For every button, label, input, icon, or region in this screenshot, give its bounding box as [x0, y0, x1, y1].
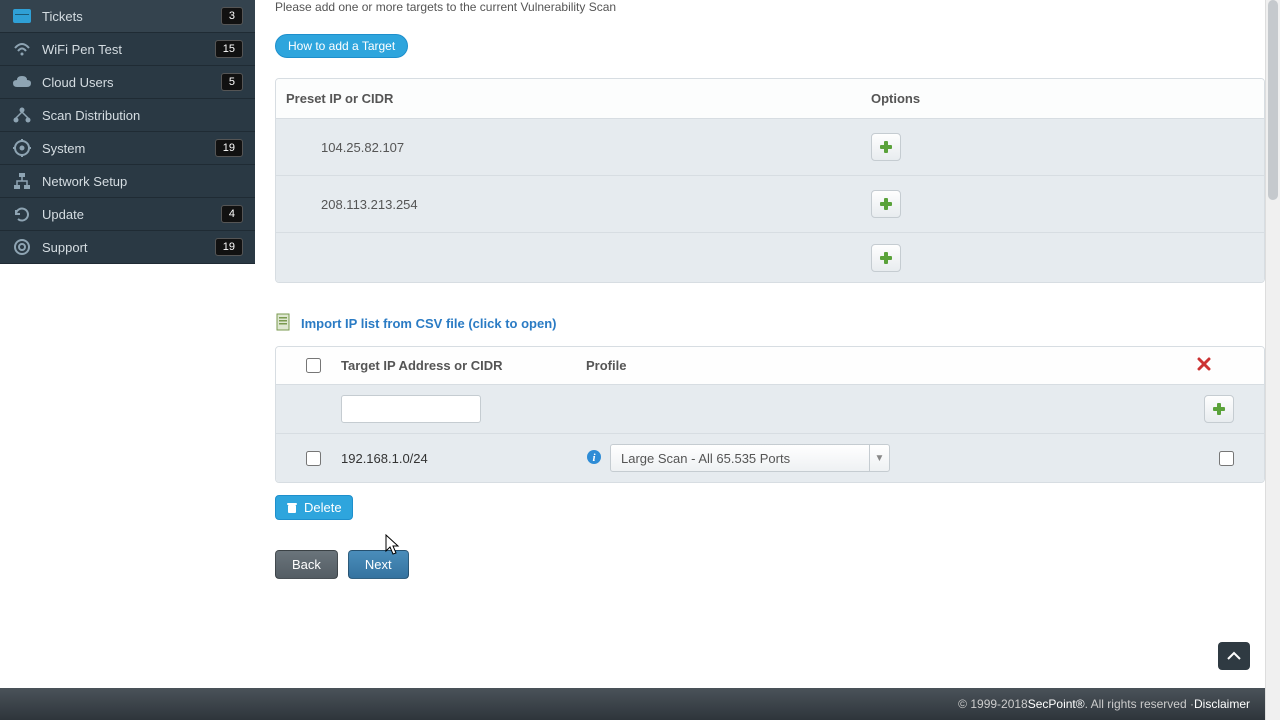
sidebar-item-label: Scan Distribution: [42, 108, 243, 123]
chevron-down-icon: ▼: [869, 445, 889, 471]
add-preset-button[interactable]: [871, 244, 901, 272]
back-button[interactable]: Back: [275, 550, 338, 579]
info-icon[interactable]: i: [586, 449, 602, 468]
footer-copyright: © 1999-2018: [958, 697, 1028, 711]
instruction-text: Please add one or more targets to the cu…: [275, 0, 1265, 14]
ticket-icon: [12, 6, 32, 26]
csv-icon: [275, 313, 293, 334]
target-ip-input[interactable]: [341, 395, 481, 423]
sidebar-badge: 4: [221, 205, 243, 223]
trash-icon: [286, 502, 298, 514]
sidebar-item-label: Support: [42, 240, 215, 255]
chevron-up-icon: [1227, 651, 1241, 661]
profile-select[interactable]: Large Scan - All 65.535 Ports ▼: [610, 444, 890, 472]
preset-ip-value: 104.25.82.107: [286, 140, 871, 155]
footer-disclaimer-link[interactable]: Disclaimer: [1194, 697, 1250, 711]
col-profile: Profile: [586, 358, 1154, 373]
preset-ip-value: 208.113.213.254: [286, 197, 871, 212]
footer: © 1999-2018 SecPoint® . All rights reser…: [0, 688, 1280, 720]
sidebar-item-scan-dist[interactable]: Scan Distribution: [0, 99, 255, 132]
preset-row: 104.25.82.107: [276, 118, 1264, 175]
target-ip-value: 192.168.1.0/24: [341, 451, 586, 466]
footer-company: SecPoint®: [1028, 697, 1085, 711]
next-button[interactable]: Next: [348, 550, 409, 579]
add-preset-button[interactable]: [871, 190, 901, 218]
cloud-icon: [12, 72, 32, 92]
import-csv-row[interactable]: Import IP list from CSV file (click to o…: [275, 313, 1265, 334]
distribution-icon: [12, 105, 32, 125]
sidebar-item-update[interactable]: Update 4: [0, 198, 255, 231]
sidebar-item-label: System: [42, 141, 215, 156]
target-row-option-checkbox[interactable]: [1219, 451, 1234, 466]
delete-column-icon[interactable]: [1197, 359, 1211, 374]
how-to-add-target-button[interactable]: How to add a Target: [275, 34, 408, 58]
vertical-scrollbar[interactable]: [1265, 0, 1280, 720]
plus-icon: [1212, 402, 1226, 416]
targets-table: Target IP Address or CIDR Profile 192.16…: [275, 346, 1265, 483]
profile-select-value: Large Scan - All 65.535 Ports: [611, 451, 869, 466]
preset-ip-table: Preset IP or CIDR Options 104.25.82.107 …: [275, 78, 1265, 283]
sidebar-item-label: Cloud Users: [42, 75, 221, 90]
sidebar: Tickets 3 WiFi Pen Test 15 Cloud Users 5…: [0, 0, 255, 264]
refresh-icon: [12, 204, 32, 224]
sidebar-item-label: Update: [42, 207, 221, 222]
footer-rights: . All rights reserved ·: [1085, 697, 1194, 711]
sidebar-item-network[interactable]: Network Setup: [0, 165, 255, 198]
support-icon: [12, 237, 32, 257]
sidebar-item-label: Tickets: [42, 9, 221, 24]
target-row-checkbox[interactable]: [306, 451, 321, 466]
preset-table-header: Preset IP or CIDR Options: [276, 79, 1264, 118]
preset-row: [276, 232, 1264, 282]
plus-icon: [879, 140, 893, 154]
preset-row: 208.113.213.254: [276, 175, 1264, 232]
col-target-ip: Target IP Address or CIDR: [341, 358, 586, 373]
delete-button-label: Delete: [304, 500, 342, 515]
main-content: Please add one or more targets to the cu…: [275, 0, 1265, 685]
sidebar-badge: 19: [215, 238, 243, 256]
delete-button[interactable]: Delete: [275, 495, 353, 520]
col-preset-ip: Preset IP or CIDR: [286, 91, 871, 106]
add-preset-button[interactable]: [871, 133, 901, 161]
sidebar-item-system[interactable]: System 19: [0, 132, 255, 165]
target-row-input: [276, 384, 1264, 433]
sidebar-item-label: Network Setup: [42, 174, 243, 189]
sidebar-item-cloud-users[interactable]: Cloud Users 5: [0, 66, 255, 99]
sidebar-item-wifi[interactable]: WiFi Pen Test 15: [0, 33, 255, 66]
col-options: Options: [871, 91, 920, 106]
targets-table-header: Target IP Address or CIDR Profile: [276, 347, 1264, 384]
sidebar-badge: 19: [215, 139, 243, 157]
sidebar-badge: 3: [221, 7, 243, 25]
target-row: 192.168.1.0/24 i Large Scan - All 65.535…: [276, 433, 1264, 482]
sidebar-badge: 15: [215, 40, 243, 58]
sidebar-item-label: WiFi Pen Test: [42, 42, 215, 57]
select-all-checkbox[interactable]: [306, 358, 321, 373]
sidebar-item-support[interactable]: Support 19: [0, 231, 255, 264]
import-csv-link[interactable]: Import IP list from CSV file (click to o…: [301, 316, 556, 331]
wifi-icon: [12, 39, 32, 59]
add-target-button[interactable]: [1204, 395, 1234, 423]
sidebar-item-tickets[interactable]: Tickets 3: [0, 0, 255, 33]
sidebar-badge: 5: [221, 73, 243, 91]
plus-icon: [879, 251, 893, 265]
scroll-to-top-button[interactable]: [1218, 642, 1250, 670]
wizard-nav: Back Next: [275, 550, 1265, 579]
scrollbar-thumb[interactable]: [1268, 0, 1278, 200]
network-icon: [12, 171, 32, 191]
gear-icon: [12, 138, 32, 158]
plus-icon: [879, 197, 893, 211]
